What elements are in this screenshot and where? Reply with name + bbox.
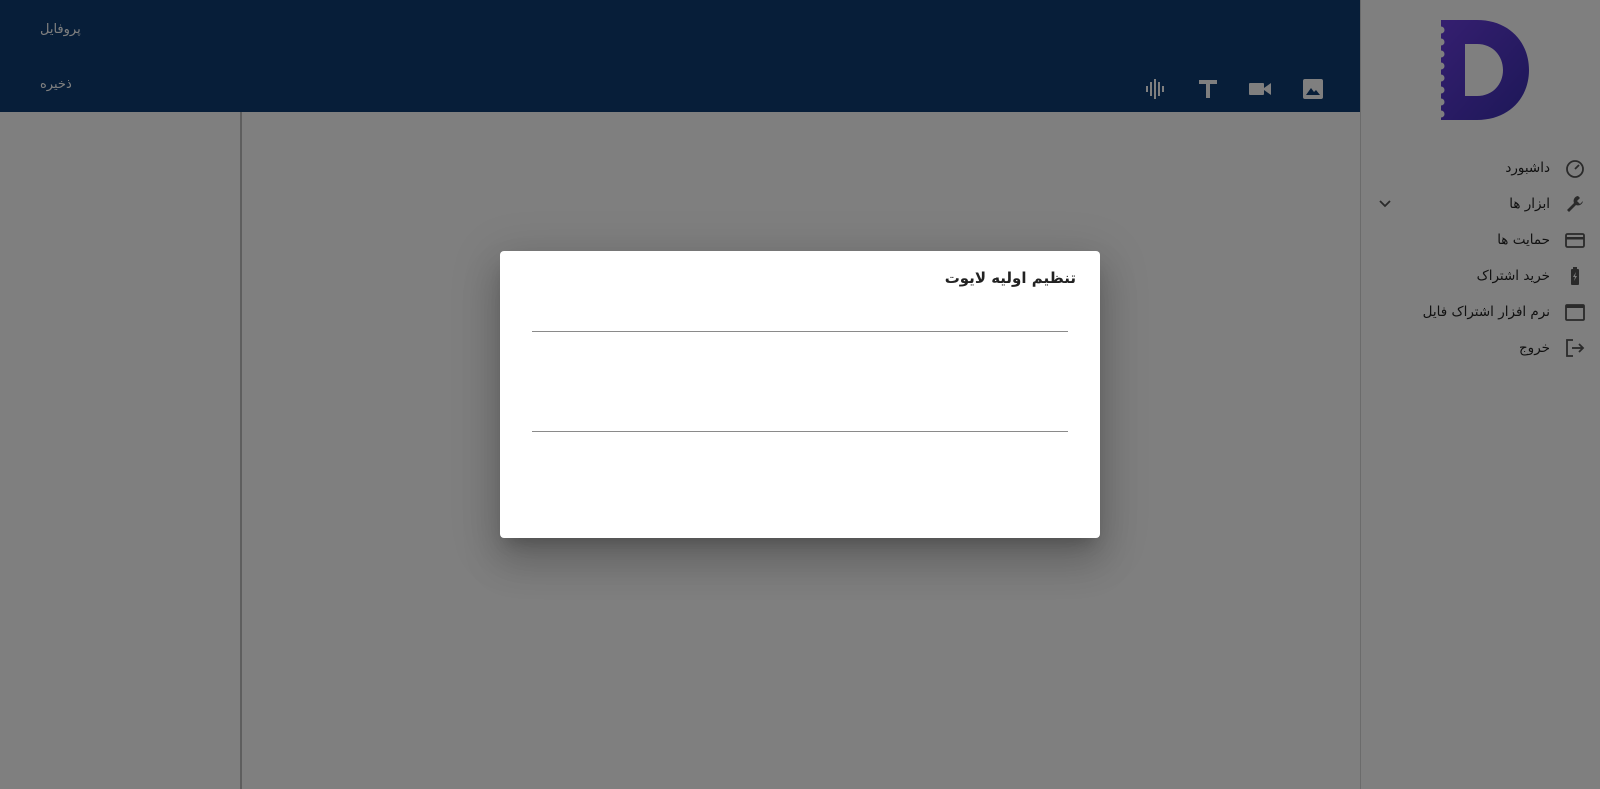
layout-name-input[interactable]: [532, 331, 1068, 432]
layout-setup-dialog: تنظیم اولیه لایوت: [500, 251, 1100, 538]
dialog-title: تنظیم اولیه لایوت: [944, 269, 1076, 287]
layout-name-underline: [532, 331, 1068, 332]
